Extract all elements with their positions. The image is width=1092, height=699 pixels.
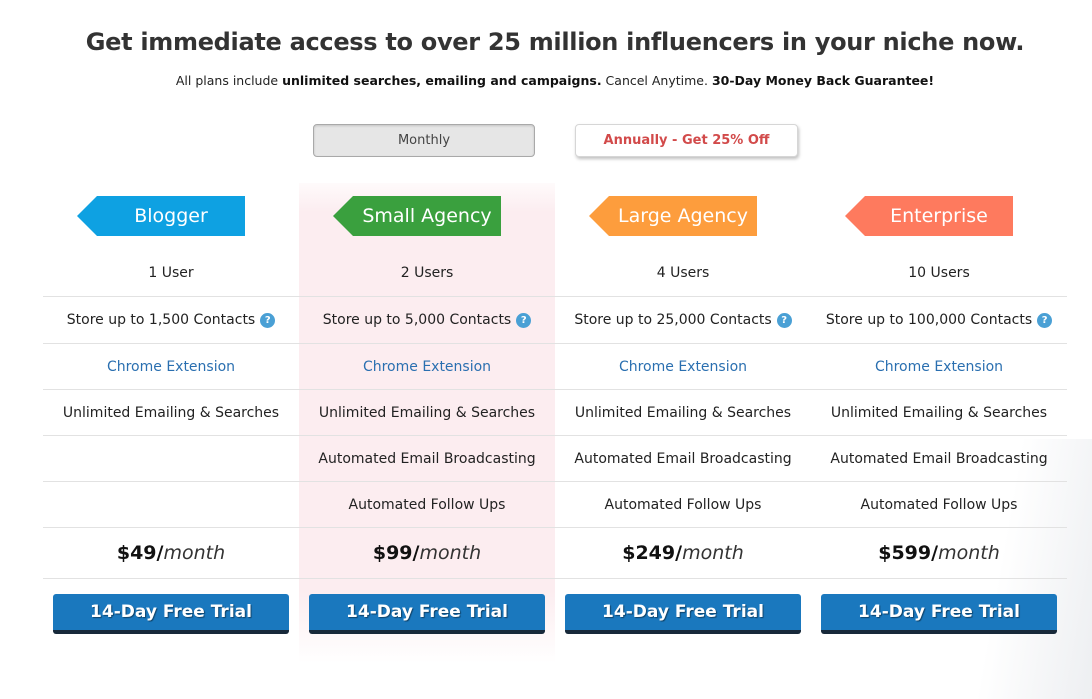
price-period: month: [419, 542, 482, 564]
plan-name-tag: Large Agency: [589, 196, 757, 236]
subline-text-2: Cancel Anytime.: [601, 73, 712, 88]
chrome-extension-link[interactable]: Chrome Extension: [555, 344, 811, 389]
subline-text-1: All plans include: [175, 73, 283, 88]
plan-name: Blogger: [134, 205, 208, 227]
free-trial-button-small-agency[interactable]: 14-Day Free Trial: [309, 594, 545, 634]
chrome-extension-text[interactable]: Chrome Extension: [619, 359, 747, 375]
plan-name: Large Agency: [618, 205, 748, 227]
plan-unlimited: Unlimited Emailing & Searches: [555, 390, 811, 435]
broadcasting-text: Automated Email Broadcasting: [318, 450, 536, 467]
price-amount: $99: [372, 542, 413, 564]
chrome-extension-text[interactable]: Chrome Extension: [875, 359, 1003, 375]
free-trial-button-large-agency[interactable]: 14-Day Free Trial: [565, 594, 801, 634]
plan-name-tag: Blogger: [77, 196, 245, 236]
plan-contacts: Store up to 1,500 Contacts?: [43, 297, 299, 343]
price-amount: $599: [878, 542, 932, 564]
help-icon[interactable]: ?: [1037, 312, 1053, 328]
free-trial-button-enterprise[interactable]: 14-Day Free Trial: [821, 594, 1057, 634]
followups-text: Automated Follow Ups: [860, 496, 1018, 513]
plan-unlimited: Unlimited Emailing & Searches: [43, 390, 299, 435]
chrome-extension-link[interactable]: Chrome Extension: [811, 344, 1067, 389]
chrome-extension-text[interactable]: Chrome Extension: [107, 359, 235, 375]
plan-broadcasting: Automated Email Broadcasting: [555, 436, 811, 481]
help-icon[interactable]: ?: [776, 312, 792, 328]
price-amount: $49: [116, 542, 157, 564]
price-period: month: [682, 542, 744, 564]
plan-name-tag: Small Agency: [333, 196, 501, 236]
plan-broadcasting: Automated Email Broadcasting: [299, 436, 555, 481]
broadcasting-text: Automated Email Broadcasting: [574, 450, 792, 467]
row-divider: [43, 578, 1067, 579]
users-text: 1 User: [148, 265, 194, 281]
followups-text: Automated Follow Ups: [604, 496, 762, 513]
contacts-text: Store up to 25,000 Contacts: [574, 312, 772, 328]
plans-subheadline: All plans include unlimited searches, em…: [0, 73, 1092, 88]
plan-followups: Automated Follow Ups: [299, 482, 555, 527]
help-icon[interactable]: ?: [260, 312, 276, 328]
annual-toggle-button[interactable]: Annually - Get 25% Off: [575, 124, 798, 157]
price-slash: /: [931, 542, 939, 564]
plan-price: $49 /month: [43, 528, 299, 578]
plan-unlimited: Unlimited Emailing & Searches: [299, 390, 555, 435]
followups-text: Automated Follow Ups: [348, 496, 506, 513]
plan-name-tag: Enterprise: [845, 196, 1013, 236]
contacts-text: Store up to 1,500 Contacts: [66, 312, 256, 328]
price-slash: /: [412, 542, 420, 564]
plan-price: $249 /month: [555, 528, 811, 578]
plan-contacts: Store up to 25,000 Contacts?: [555, 297, 811, 343]
plan-followups: Automated Follow Ups: [555, 482, 811, 527]
unlimited-text: Unlimited Emailing & Searches: [574, 404, 792, 421]
plan-name: Small Agency: [362, 205, 492, 227]
help-icon[interactable]: ?: [516, 312, 532, 328]
chrome-extension-link[interactable]: Chrome Extension: [43, 344, 299, 389]
plan-contacts: Store up to 100,000 Contacts?: [811, 297, 1067, 343]
free-trial-button-blogger[interactable]: 14-Day Free Trial: [53, 594, 289, 634]
monthly-toggle-button[interactable]: Monthly: [313, 124, 535, 157]
plan-unlimited: Unlimited Emailing & Searches: [811, 390, 1067, 435]
chrome-extension-text[interactable]: Chrome Extension: [363, 359, 491, 375]
contacts-text: Store up to 5,000 Contacts: [322, 312, 512, 328]
plan-users: 10 Users: [811, 250, 1067, 296]
price-amount: $249: [622, 542, 676, 564]
price-period: month: [163, 542, 226, 564]
price-period: month: [938, 542, 1000, 564]
unlimited-text: Unlimited Emailing & Searches: [62, 404, 280, 421]
plan-broadcasting: Automated Email Broadcasting: [811, 436, 1067, 481]
users-text: 2 Users: [400, 265, 454, 281]
price-slash: /: [675, 542, 683, 564]
unlimited-text: Unlimited Emailing & Searches: [318, 404, 536, 421]
broadcasting-text: Automated Email Broadcasting: [830, 450, 1048, 467]
plan-price: $599 /month: [811, 528, 1067, 578]
page-headline: Get immediate access to over 25 million …: [85, 28, 1025, 56]
plan-followups: Automated Follow Ups: [811, 482, 1067, 527]
contacts-text: Store up to 100,000 Contacts: [825, 312, 1033, 328]
plan-broadcasting: [43, 436, 299, 481]
plan-users: 4 Users: [555, 250, 811, 296]
chrome-extension-link[interactable]: Chrome Extension: [299, 344, 555, 389]
subline-bold-1: unlimited searches, emailing and campaig…: [282, 73, 602, 88]
plan-price: $99 /month: [299, 528, 555, 578]
plan-users: 2 Users: [299, 250, 555, 296]
users-text: 10 Users: [908, 265, 970, 281]
users-text: 4 Users: [656, 265, 710, 281]
price-slash: /: [156, 542, 164, 564]
plan-users: 1 User: [43, 250, 299, 296]
plan-followups: [43, 482, 299, 527]
plan-contacts: Store up to 5,000 Contacts?: [299, 297, 555, 343]
unlimited-text: Unlimited Emailing & Searches: [830, 404, 1048, 421]
subline-bold-2: 30-Day Money Back Guarantee!: [711, 73, 935, 88]
plan-name: Enterprise: [890, 205, 988, 227]
